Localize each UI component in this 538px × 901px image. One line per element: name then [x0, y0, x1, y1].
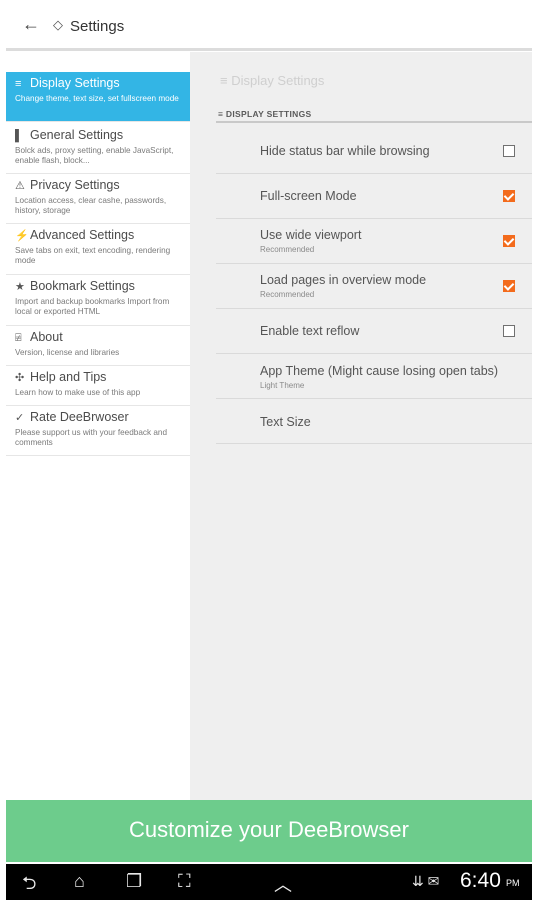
setting-subtitle: Light Theme	[260, 381, 305, 390]
back-icon[interactable]: ⮌	[22, 871, 36, 901]
banner-text: Customize your DeeBrowser	[129, 817, 409, 842]
setting-title: Hide status bar while browsing	[260, 144, 430, 158]
sidebar-item-label: About	[30, 330, 63, 344]
setting-title: Text Size	[260, 415, 311, 429]
lightning-icon: ⚡	[15, 230, 29, 242]
clock-time: 6:40	[460, 869, 501, 892]
chevron-up-icon[interactable]: ︿	[274, 871, 292, 897]
setting-subtitle: Recommended	[260, 245, 315, 254]
setting-title: Load pages in overview mode	[260, 273, 427, 287]
sidebar-item-label: Rate DeeBrwoser	[30, 410, 129, 424]
system-navigation-bar: ⮌ ⌂ ❐ ⛶ ︿ ⇊ ✉ 6:40 PM	[6, 864, 532, 900]
checkbox[interactable]	[503, 145, 515, 157]
sidebar-item-display-settings[interactable]: ≡ Display Settings Change theme, text siz…	[6, 72, 190, 122]
sidebar-item-bookmark-settings[interactable]: ★ Bookmark Settings Import and backup boo…	[6, 275, 190, 326]
sidebar-item-description: Please support us with your feedback and…	[15, 428, 168, 447]
checkbox[interactable]	[503, 235, 515, 247]
sidebar-item-description: Import and backup bookmarks Import from …	[15, 297, 170, 316]
app-diamond-icon: ◇	[53, 17, 63, 32]
checkbox[interactable]	[503, 325, 515, 337]
sidebar-item-help-and-tips[interactable]: ✣ Help and Tips Learn how to make use of …	[6, 366, 190, 406]
sidebar-item-privacy-settings[interactable]: ⚠ Privacy Settings Location access, clear…	[6, 174, 190, 224]
setting-wide-viewport[interactable]: Use wide viewport Recommended	[216, 219, 532, 264]
status-icons: ⇊ ✉	[412, 873, 440, 889]
sidebar-item-general-settings[interactable]: ▌ General Settings Bolck ads, proxy setti…	[6, 124, 190, 174]
section-header: ≡ DISPLAY SETTINGS	[218, 109, 312, 119]
setting-text-size[interactable]: Text Size	[216, 399, 532, 444]
sidebar-item-description: Learn how to make use of this app	[15, 388, 141, 397]
pane-title: ≡ Display Settings	[220, 73, 325, 88]
sidebar-item-label: Privacy Settings	[30, 178, 120, 192]
sidebar-item-label: Display Settings	[30, 76, 120, 90]
setting-title: App Theme (Might cause losing open tabs)	[260, 364, 499, 378]
screenshot-icon[interactable]: ⛶	[178, 871, 191, 892]
setting-hide-status-bar[interactable]: Hide status bar while browsing	[216, 129, 532, 174]
check-icon: ✓	[15, 412, 25, 424]
setting-subtitle: Recommended	[260, 290, 315, 299]
list-icon: ≡	[15, 78, 22, 90]
recent-apps-icon[interactable]: ❐	[126, 871, 142, 892]
sidebar-item-description: Change theme, text size, set fullscreen …	[15, 94, 179, 103]
setting-full-screen-mode[interactable]: Full-screen Mode	[216, 174, 532, 219]
settings-sidebar: ≡ Display Settings Change theme, text siz…	[6, 52, 190, 800]
sidebar-item-advanced-settings[interactable]: ⚡Advanced Settings Save tabs on exit, te…	[6, 224, 190, 275]
setting-title: Use wide viewport	[260, 228, 362, 242]
promo-banner[interactable]: Customize your DeeBrowser	[6, 800, 532, 862]
section-divider	[216, 121, 532, 123]
action-bar: ← ◇ Settings	[0, 0, 538, 52]
sidebar-item-description: Save tabs on exit, text encoding, render…	[15, 246, 171, 265]
back-arrow-icon[interactable]: ←	[22, 14, 40, 35]
warning-icon: ⚠	[15, 180, 25, 192]
sidebar-item-about[interactable]: ⍯ About Version, license and libraries	[6, 326, 190, 366]
sidebar-item-description: Location access, clear cashe, passwords,…	[15, 196, 167, 215]
header-divider	[6, 48, 532, 51]
shield-icon: ▌	[15, 130, 23, 142]
sidebar-item-label: Advanced Settings	[30, 228, 135, 242]
setting-text-reflow[interactable]: Enable text reflow	[216, 309, 532, 354]
star-icon: ★	[15, 281, 25, 293]
sidebar-item-label: Help and Tips	[30, 370, 107, 384]
setting-overview-mode[interactable]: Load pages in overview mode Recommended	[216, 264, 532, 309]
checkbox[interactable]	[503, 280, 515, 292]
tools-icon: ✣	[15, 372, 25, 384]
setting-app-theme[interactable]: App Theme (Might cause losing open tabs)…	[216, 354, 532, 399]
setting-title: Enable text reflow	[260, 324, 360, 338]
checkbox[interactable]	[503, 190, 515, 202]
sidebar-item-description: Bolck ads, proxy setting, enable JavaScr…	[15, 146, 174, 165]
sidebar-item-label: Bookmark Settings	[30, 279, 135, 293]
home-icon[interactable]: ⌂	[74, 871, 85, 892]
settings-detail-pane: ≡ Display Settings ≡ DISPLAY SETTINGS Hi…	[190, 52, 532, 800]
sidebar-item-rate-app[interactable]: ✓ Rate DeeBrwoser Please support us with …	[6, 406, 190, 456]
sidebar-item-description: Version, license and libraries	[15, 348, 120, 357]
clock-ampm: PM	[506, 878, 520, 888]
page-title: Settings	[70, 18, 125, 35]
info-icon: ⍯	[15, 332, 22, 344]
sidebar-item-label: General Settings	[30, 128, 124, 142]
setting-title: Full-screen Mode	[260, 189, 357, 203]
